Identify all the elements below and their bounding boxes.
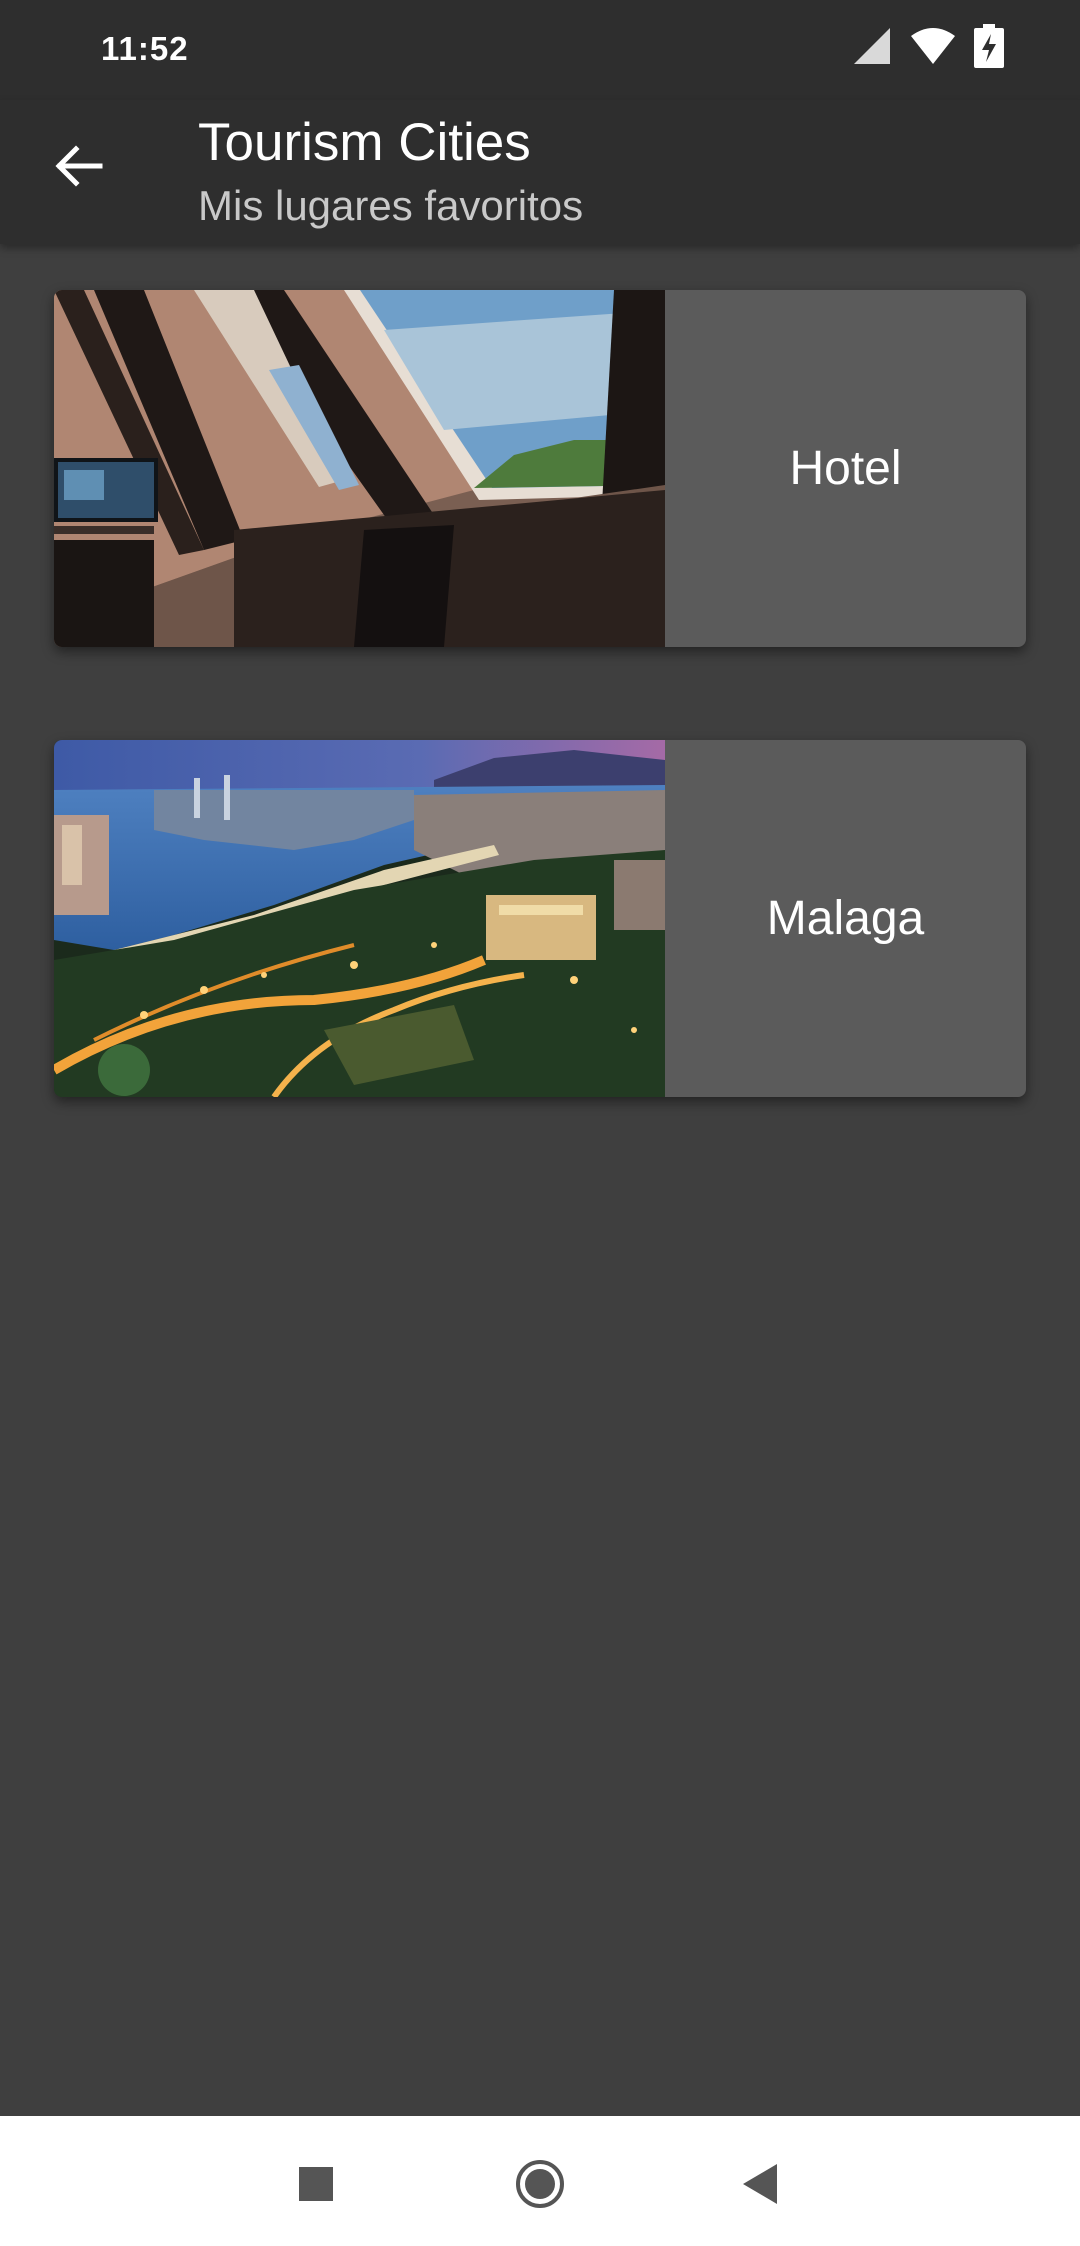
battery-charging-icon xyxy=(974,23,1004,73)
place-card-malaga[interactable]: Malaga xyxy=(54,740,1026,1097)
arrow-back-icon xyxy=(52,140,104,197)
home-button[interactable] xyxy=(500,2146,580,2226)
place-list: Hotel Malaga xyxy=(54,290,1026,1190)
recents-square-icon xyxy=(299,2166,333,2206)
status-time: 11:52 xyxy=(101,30,189,67)
cell-signal-icon xyxy=(852,26,892,71)
place-name: Hotel xyxy=(789,442,902,495)
malaga-cityscape-image xyxy=(54,740,665,1097)
home-circle-icon xyxy=(514,2158,566,2215)
app-bar: Tourism Cities Mis lugares favoritos xyxy=(0,100,1080,244)
hotel-room-image xyxy=(54,290,665,647)
page-subtitle: Mis lugares favoritos xyxy=(198,182,584,229)
back-triangle-icon xyxy=(743,2163,777,2209)
recents-button[interactable] xyxy=(276,2146,356,2226)
back-nav-button[interactable] xyxy=(720,2146,800,2226)
place-card-hotel[interactable]: Hotel xyxy=(54,290,1026,647)
navigation-bar xyxy=(0,2116,1080,2246)
place-name: Malaga xyxy=(766,892,925,945)
status-bar: 11:52 xyxy=(0,0,1080,100)
back-button[interactable] xyxy=(40,130,116,206)
status-icons xyxy=(852,23,1004,73)
wifi-icon xyxy=(910,26,956,71)
screen: 11:52 Tourism Cities Mis lugares favorit… xyxy=(0,0,1080,2246)
page-title: Tourism Cities xyxy=(198,113,531,172)
